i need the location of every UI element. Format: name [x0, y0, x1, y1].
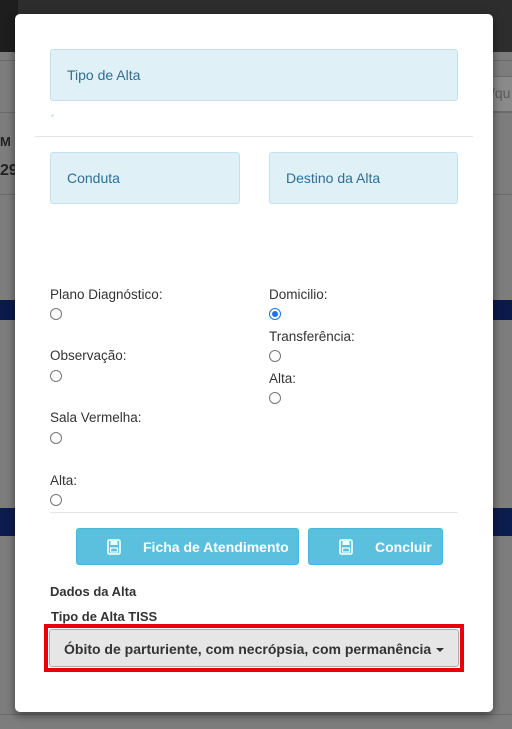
ficha-atendimento-label: Ficha de Atendimento	[143, 539, 289, 555]
radio-plano-diagnostico[interactable]	[50, 308, 62, 320]
conduta-label: Conduta	[67, 170, 120, 186]
divider	[50, 512, 458, 513]
radio-alta-destino[interactable]	[269, 392, 281, 404]
dados-alta-title: Dados da Alta	[50, 584, 137, 599]
concluir-label: Concluir	[375, 539, 432, 555]
radio-label-plano-diagnostico: Plano Diagnóstico:	[50, 287, 163, 302]
radio-label-domicilio: Domicilio:	[269, 287, 328, 302]
tipo-alta-label: Tipo de Alta	[67, 67, 141, 83]
radio-label-observacao: Observação:	[50, 348, 127, 363]
tipo-alta-tiss-title: Tipo de Alta TISS	[51, 609, 158, 624]
conduta-field[interactable]: Conduta	[50, 152, 240, 204]
radio-label-alta-destino: Alta:	[269, 371, 297, 386]
background-divider	[0, 714, 512, 715]
radio-label-alta-conduta: Alta:	[50, 473, 78, 488]
radio-transferencia[interactable]	[269, 350, 281, 362]
destino-alta-label: Destino da Alta	[286, 170, 381, 186]
caret-down-icon	[436, 648, 444, 652]
background-label-m: M	[0, 134, 11, 149]
floppy-disk-icon	[339, 539, 353, 555]
decorative-dot	[51, 114, 54, 117]
radio-observacao[interactable]	[50, 370, 62, 382]
radio-alta-conduta[interactable]	[50, 494, 62, 506]
tipo-alta-field[interactable]: Tipo de Alta	[50, 49, 458, 101]
ficha-atendimento-button[interactable]: Ficha de Atendimento	[76, 528, 299, 565]
tipo-alta-tiss-dropdown[interactable]: Óbito de parturiente, com necrópsia, com…	[49, 629, 459, 667]
tipo-alta-tiss-selected: Óbito de parturiente, com necrópsia, com…	[64, 641, 432, 657]
concluir-button[interactable]: Concluir	[308, 528, 443, 565]
destino-alta-field[interactable]: Destino da Alta	[269, 152, 458, 204]
radio-sala-vermelha[interactable]	[50, 432, 62, 444]
background-input-text: /qu	[491, 85, 511, 101]
radio-domicilio[interactable]	[269, 308, 281, 320]
divider	[35, 136, 473, 137]
radio-label-transferencia: Transferência:	[269, 329, 355, 344]
alta-modal: Tipo de Alta Conduta Destino da Alta Pla…	[15, 14, 493, 712]
radio-label-sala-vermelha: Sala Vermelha:	[50, 410, 142, 425]
floppy-disk-icon	[107, 539, 121, 555]
